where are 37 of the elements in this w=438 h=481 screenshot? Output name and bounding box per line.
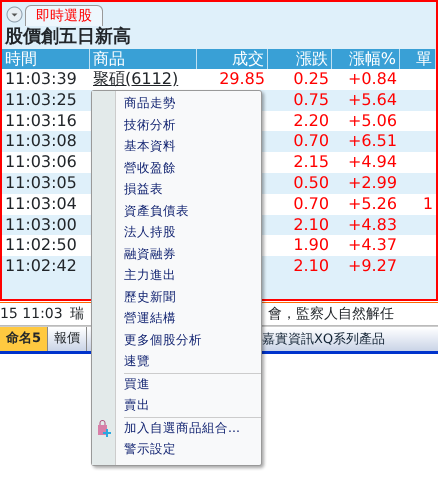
table-cell: 1 <box>422 194 433 213</box>
table-cell: 11:03:25 <box>5 90 77 109</box>
table-cell: 11:03:06 <box>5 152 77 172</box>
table-cell: 2.10 <box>293 214 329 234</box>
news-text: 瑞 <box>70 304 85 324</box>
table-cell: 0.70 <box>293 131 329 150</box>
table-cell: 11:02:42 <box>5 256 77 276</box>
table-cell: +2.99 <box>348 172 397 192</box>
table-cell: 2.10 <box>293 256 329 276</box>
table-cell: 0.70 <box>293 194 329 213</box>
table-cell: 11:03:05 <box>5 172 77 192</box>
table-cell: 11:02:50 <box>5 235 77 254</box>
panel-title: 股價創五日新高 <box>4 26 132 48</box>
table-cell: +4.37 <box>348 235 397 254</box>
table-cell: 11:03:04 <box>5 194 77 213</box>
table-cell: 11:03:08 <box>5 131 77 150</box>
table-cell: 1.90 <box>293 235 329 254</box>
table-cell: +5.06 <box>348 110 397 130</box>
table-cell: 0.25 <box>293 69 329 88</box>
marquee-text: 嘉實資訊XQ系列產品 <box>262 331 386 349</box>
table-cell: 11:03:16 <box>5 110 77 130</box>
table-cell: 0.50 <box>293 172 329 192</box>
news-time: 15 11:03 <box>0 304 64 324</box>
table-cell: +6.51 <box>348 131 397 150</box>
table-cell: +9.27 <box>348 256 397 276</box>
table-cell: 0.75 <box>293 90 329 109</box>
table-cell: 2.15 <box>293 152 329 172</box>
table-cell: +4.83 <box>348 214 397 234</box>
table-cell: 11:03:00 <box>5 214 77 234</box>
table-cell: +4.94 <box>348 152 397 172</box>
table-cell: 2.20 <box>293 110 329 130</box>
table-cell: 11:03:39 <box>5 69 77 88</box>
news-text: 會，監察人自然解任 <box>268 304 395 324</box>
table-cell: +5.26 <box>348 194 397 213</box>
table-cell: +0.84 <box>348 69 397 88</box>
table-cell: 29.85 <box>219 69 265 88</box>
table-cell: +5.64 <box>348 90 397 109</box>
